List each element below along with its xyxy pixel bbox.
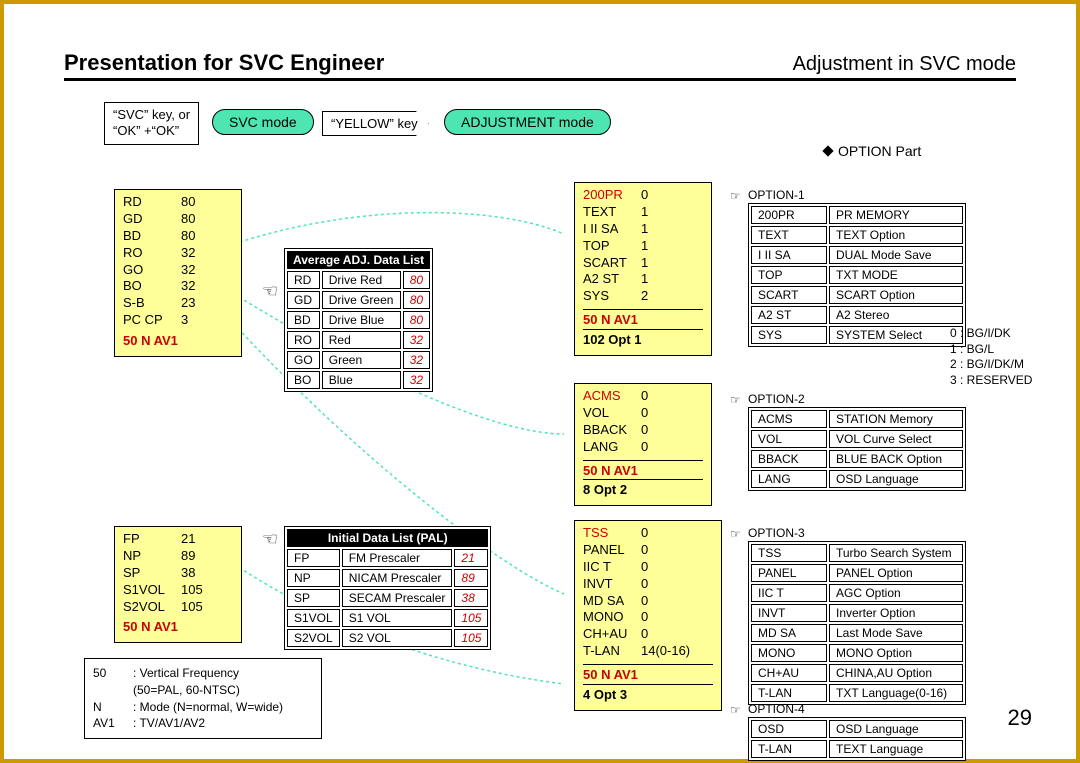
page-number: 29 — [1008, 705, 1032, 731]
ybox-drive: RD80 GD80 BD80 RO32 GO32 BO32 S-B23 PC C… — [114, 189, 242, 357]
ybox-opt3: TSS0 PANEL0 IIC T0 INVT0 MD SA0 MONO0 CH… — [574, 520, 722, 711]
hand-pointer-icon: ☞ — [730, 703, 741, 717]
sys-key-legend: 0 : BG/I/DK 1 : BG/L 2 : BG/I/DK/M 3 : R… — [950, 326, 1032, 388]
option-2-label: OPTION-2 — [748, 392, 805, 406]
ybox-opt1: 200PR0 TEXT1 I II SA1 TOP1 SCART1 A2 ST1… — [574, 182, 712, 356]
hand-pointer-icon: ☞ — [730, 393, 741, 407]
table-average-adj: Average ADJ. Data List RDDrive Red80 GDD… — [284, 248, 433, 392]
table-initial-data: Initial Data List (PAL) FPFM Prescaler21… — [284, 526, 491, 650]
ybox-opt2: ACMS0 VOL0 BBACK0 LANG0 50 N AV1 8 Opt 2 — [574, 383, 712, 506]
table-initial-data-title: Initial Data List (PAL) — [287, 529, 488, 547]
ybox-opt2-label: 8 Opt 2 — [583, 479, 703, 499]
section-option-part: OPTION Part — [824, 143, 921, 159]
option-3-label: OPTION-3 — [748, 526, 805, 540]
ybox-opt2-status: 50 N AV1 — [583, 460, 703, 480]
legend-box: 50: Vertical Frequency (50=PAL, 60-NTSC)… — [84, 658, 322, 739]
table-option-4: OSDOSD Language T-LANTEXT Language — [748, 717, 966, 761]
option-4-label: OPTION-4 — [748, 702, 805, 716]
flow-key-hint-line2: “OK” +“OK” — [113, 123, 190, 139]
table-option-3: TSSTurbo Search System PANELPANEL Option… — [748, 541, 966, 705]
flow-key-hint: “SVC” key, or “OK” +“OK” — [104, 102, 199, 145]
table-option-1: 200PRPR MEMORY TEXTTEXT Option I II SADU… — [748, 203, 966, 347]
ybox-opt1-status: 50 N AV1 — [583, 309, 703, 329]
page-title-right: Adjustment in SVC mode — [793, 53, 1016, 76]
hand-pointer-icon: ☞ — [730, 189, 741, 203]
hand-pointer-icon: ☞ — [262, 281, 278, 302]
ybox-opt3-status: 50 N AV1 — [583, 664, 713, 684]
adjustment-mode-bubble: ADJUSTMENT mode — [444, 109, 611, 135]
option-1-label: OPTION-1 — [748, 188, 805, 202]
svc-mode-bubble: SVC mode — [212, 109, 314, 135]
ybox-prescaler-status: 50 N AV1 — [123, 617, 233, 636]
ybox-prescaler: FP21 NP89 SP38 S1VOL105 S2VOL105 50 N AV… — [114, 526, 242, 643]
diamond-icon — [822, 145, 833, 156]
table-average-adj-title: Average ADJ. Data List — [287, 251, 430, 269]
title-bar: Presentation for SVC Engineer Adjustment… — [64, 40, 1016, 81]
yellow-key-arrow: “YELLOW” key — [322, 111, 429, 136]
ybox-opt3-label: 4 Opt 3 — [583, 684, 713, 704]
hand-pointer-icon: ☞ — [262, 529, 278, 550]
page: Presentation for SVC Engineer Adjustment… — [0, 0, 1080, 763]
hand-pointer-icon: ☞ — [730, 527, 741, 541]
table-option-2: ACMSSTATION Memory VOLVOL Curve Select B… — [748, 407, 966, 491]
page-title-left: Presentation for SVC Engineer — [64, 50, 384, 76]
ybox-opt1-label: 102 Opt 1 — [583, 329, 703, 349]
flow-key-hint-line1: “SVC” key, or — [113, 107, 190, 123]
ybox-drive-status: 50 N AV1 — [123, 331, 233, 350]
